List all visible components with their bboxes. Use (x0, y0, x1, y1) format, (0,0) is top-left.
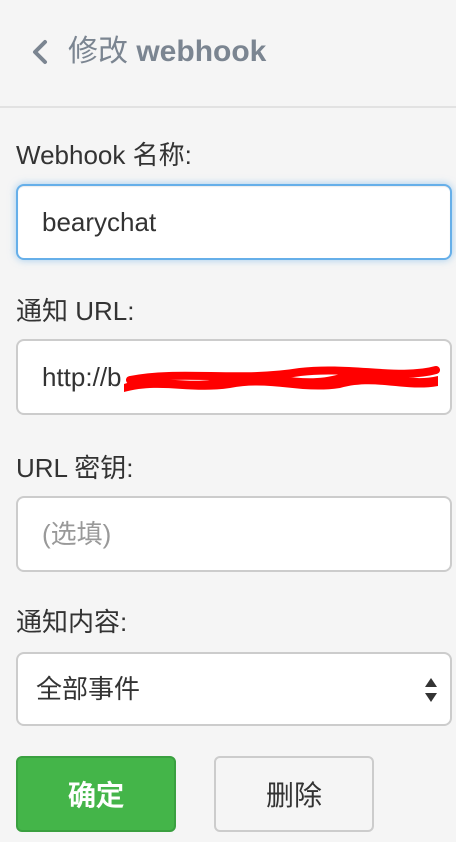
page-title-suffix: webhook (136, 35, 267, 68)
notify-content-label: 通知内容: (16, 607, 128, 637)
delete-button[interactable]: 删除 (214, 756, 374, 832)
select-arrows-icon (425, 678, 437, 702)
confirm-button[interactable]: 确定 (16, 756, 176, 832)
notify-content-select[interactable]: 全部事件 (16, 652, 452, 726)
back-button[interactable] (22, 34, 58, 70)
page-title-prefix: 修改 (68, 35, 128, 68)
url-secret-label: URL 密钥: (16, 453, 134, 483)
notify-url-input[interactable] (16, 339, 452, 415)
url-secret-input[interactable] (16, 496, 452, 572)
webhook-name-label: Webhook 名称: (16, 140, 192, 170)
webhook-name-input[interactable] (16, 184, 452, 260)
page-header: 修改 webhook (0, 0, 456, 108)
notify-url-label: 通知 URL: (16, 296, 135, 326)
notify-content-selected: 全部事件 (36, 674, 141, 704)
page-title: 修改 webhook (68, 30, 266, 74)
chevron-left-icon (33, 40, 47, 64)
